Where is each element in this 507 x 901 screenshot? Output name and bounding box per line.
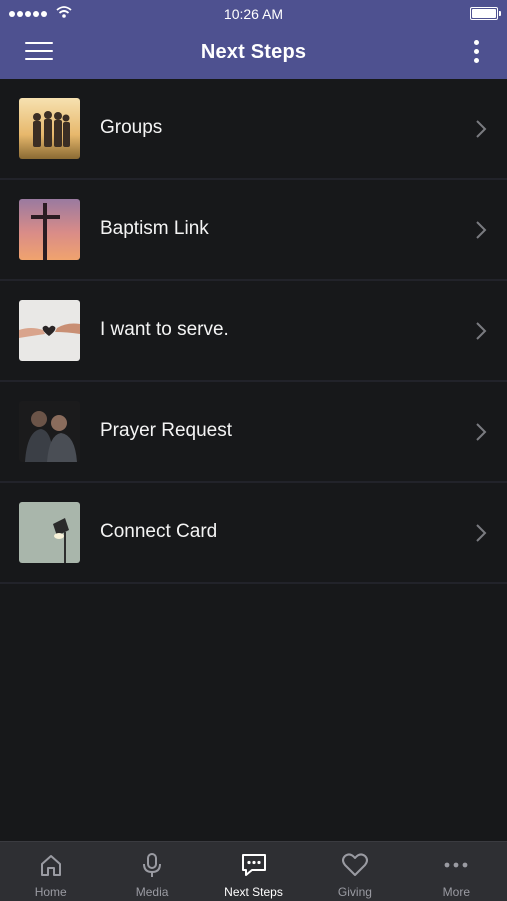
status-bar: 10:26 AM xyxy=(0,0,507,27)
group-photo-thumbnail xyxy=(19,98,80,159)
tab-label: Media xyxy=(135,885,169,899)
chevron-right-icon xyxy=(476,423,487,441)
lamp-photo-thumbnail xyxy=(19,502,80,563)
home-icon xyxy=(40,855,61,876)
cross-sunset-photo-thumbnail xyxy=(19,199,80,260)
list-item-baptism-link[interactable]: Baptism Link xyxy=(0,180,507,281)
chevron-right-icon xyxy=(476,221,487,239)
tab-label: More xyxy=(442,885,470,899)
bottom-tab-bar: Home Media Next Steps Giving More xyxy=(0,841,507,901)
hands-heart-photo-thumbnail xyxy=(19,300,80,361)
tab-home[interactable]: Home xyxy=(0,842,101,901)
nav-bar: Next Steps xyxy=(0,27,507,79)
tab-label: Home xyxy=(34,885,67,899)
list-item-connect-card[interactable]: Connect Card xyxy=(0,483,507,584)
heart-icon xyxy=(341,853,368,876)
list-item-groups[interactable]: Groups xyxy=(0,79,507,180)
ellipsis-icon xyxy=(444,862,468,868)
list-item-serve[interactable]: I want to serve. xyxy=(0,281,507,382)
chevron-right-icon xyxy=(476,524,487,542)
next-steps-list: Groups Baptism Link I want to serve. Pra… xyxy=(0,79,507,584)
tab-more[interactable]: More xyxy=(406,842,507,901)
list-item-label: Baptism Link xyxy=(100,218,209,239)
list-item-label: Prayer Request xyxy=(100,420,233,441)
list-item-label: I want to serve. xyxy=(100,319,229,340)
chevron-right-icon xyxy=(476,322,487,340)
list-item-label: Connect Card xyxy=(100,521,218,542)
list-item-prayer-request[interactable]: Prayer Request xyxy=(0,382,507,483)
tab-giving[interactable]: Giving xyxy=(304,842,405,901)
page-title: Next Steps xyxy=(200,41,307,63)
chevron-right-icon xyxy=(476,120,487,138)
tab-next-steps[interactable]: Next Steps xyxy=(203,842,304,901)
microphone-icon xyxy=(143,853,162,877)
tab-media[interactable]: Media xyxy=(101,842,202,901)
praying-people-photo-thumbnail xyxy=(19,401,80,462)
battery-icon xyxy=(470,7,501,20)
chat-bubble-icon xyxy=(241,854,266,876)
tab-label: Giving xyxy=(337,885,372,899)
more-options-icon[interactable] xyxy=(471,40,481,66)
status-time: 10:26 AM xyxy=(223,6,284,22)
app-header: 10:26 AM Next Steps xyxy=(0,0,507,79)
tab-label: Next Steps xyxy=(224,885,283,899)
list-item-label: Groups xyxy=(100,117,163,138)
